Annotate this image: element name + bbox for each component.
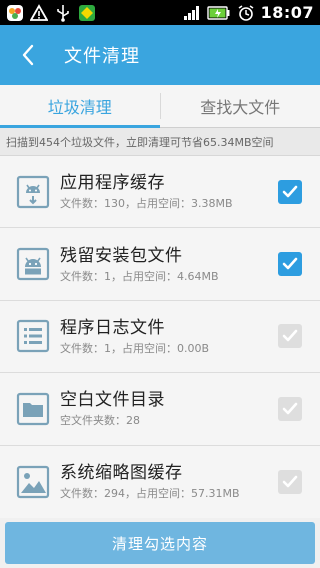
signal-icon	[183, 4, 201, 22]
status-bar-left	[6, 3, 96, 22]
android-cache-icon	[16, 175, 50, 209]
item-detail: 文件数：1，占用空间：0.00B	[60, 341, 210, 355]
list-item-text: 系统缩略图缓存 文件数：294，占用空间：57.31MB	[60, 462, 278, 501]
checkmark-icon	[282, 330, 298, 342]
junk-category-list: 应用程序缓存 文件数：130，占用空间：3.38MB 残留安装包文件 文件数：1…	[0, 156, 320, 518]
log-list-icon	[16, 319, 50, 353]
chevron-left-icon	[22, 44, 34, 66]
item-title: 应用程序缓存	[60, 173, 165, 194]
bottom-action-area: 清理勾选内容	[0, 518, 320, 568]
usb-icon	[54, 4, 72, 22]
item-checkbox[interactable]	[278, 179, 302, 204]
item-checkbox-disabled[interactable]	[278, 396, 302, 421]
warning-icon	[30, 3, 48, 22]
item-title: 系统缩略图缓存	[60, 463, 183, 484]
list-item-text: 程序日志文件 文件数：1，占用空间：0.00B	[60, 317, 278, 356]
page-title: 文件清理	[64, 46, 140, 67]
tab-bar: 垃圾清理 查找大文件	[0, 85, 320, 128]
list-item-log-files[interactable]: 程序日志文件 文件数：1，占用空间：0.00B	[0, 301, 320, 374]
battery-icon	[206, 4, 231, 22]
list-item-text: 应用程序缓存 文件数：130，占用空间：3.38MB	[60, 172, 278, 211]
tab-find-large-files[interactable]: 查找大文件	[161, 85, 320, 127]
status-bar-right: 18:07	[183, 3, 314, 22]
status-bar: 18:07	[0, 0, 320, 25]
item-title: 残留安装包文件	[60, 245, 183, 266]
list-item-empty-folders[interactable]: 空白文件目录 空文件夹数：28	[0, 373, 320, 446]
item-detail: 文件数：1，占用空间：4.64MB	[60, 269, 219, 283]
app-notification-icon	[6, 4, 24, 22]
android-apk-icon	[16, 247, 50, 281]
clean-selected-button[interactable]: 清理勾选内容	[5, 522, 315, 564]
item-detail: 文件数：294，占用空间：57.31MB	[60, 487, 240, 501]
list-item-text: 空白文件目录 空文件夹数：28	[60, 389, 278, 428]
app-header: 文件清理	[0, 25, 320, 85]
scan-summary: 扫描到454个垃圾文件，立即清理可节省65.34MB空间	[0, 128, 320, 156]
list-item-app-cache[interactable]: 应用程序缓存 文件数：130，占用空间：3.38MB	[0, 156, 320, 229]
tab-junk-clean[interactable]: 垃圾清理	[0, 85, 160, 128]
list-item-residual-apk[interactable]: 残留安装包文件 文件数：1，占用空间：4.64MB	[0, 228, 320, 301]
tab-label: 查找大文件	[200, 98, 281, 117]
status-time: 18:07	[260, 3, 314, 22]
item-checkbox-disabled[interactable]	[278, 324, 302, 349]
checkmark-icon	[282, 185, 298, 197]
image-thumbnail-icon	[16, 465, 50, 499]
checkmark-icon	[282, 402, 298, 415]
item-checkbox-disabled[interactable]	[278, 469, 302, 494]
item-title: 空白文件目录	[60, 390, 165, 411]
alarm-icon	[237, 4, 255, 22]
green-app-icon	[78, 4, 96, 22]
checkmark-icon	[282, 475, 298, 488]
item-title: 程序日志文件	[60, 317, 165, 338]
checkmark-icon	[282, 257, 298, 270]
list-item-thumbnail-cache[interactable]: 系统缩略图缓存 文件数：294，占用空间：57.31MB	[0, 446, 320, 518]
folder-icon	[16, 392, 50, 426]
list-item-text: 残留安装包文件 文件数：1，占用空间：4.64MB	[60, 245, 278, 284]
item-detail: 空文件夹数：28	[60, 414, 140, 428]
back-button[interactable]	[0, 25, 56, 85]
item-checkbox[interactable]	[278, 252, 302, 277]
item-detail: 文件数：130，占用空间：3.38MB	[60, 197, 233, 211]
tab-label: 垃圾清理	[47, 98, 112, 117]
